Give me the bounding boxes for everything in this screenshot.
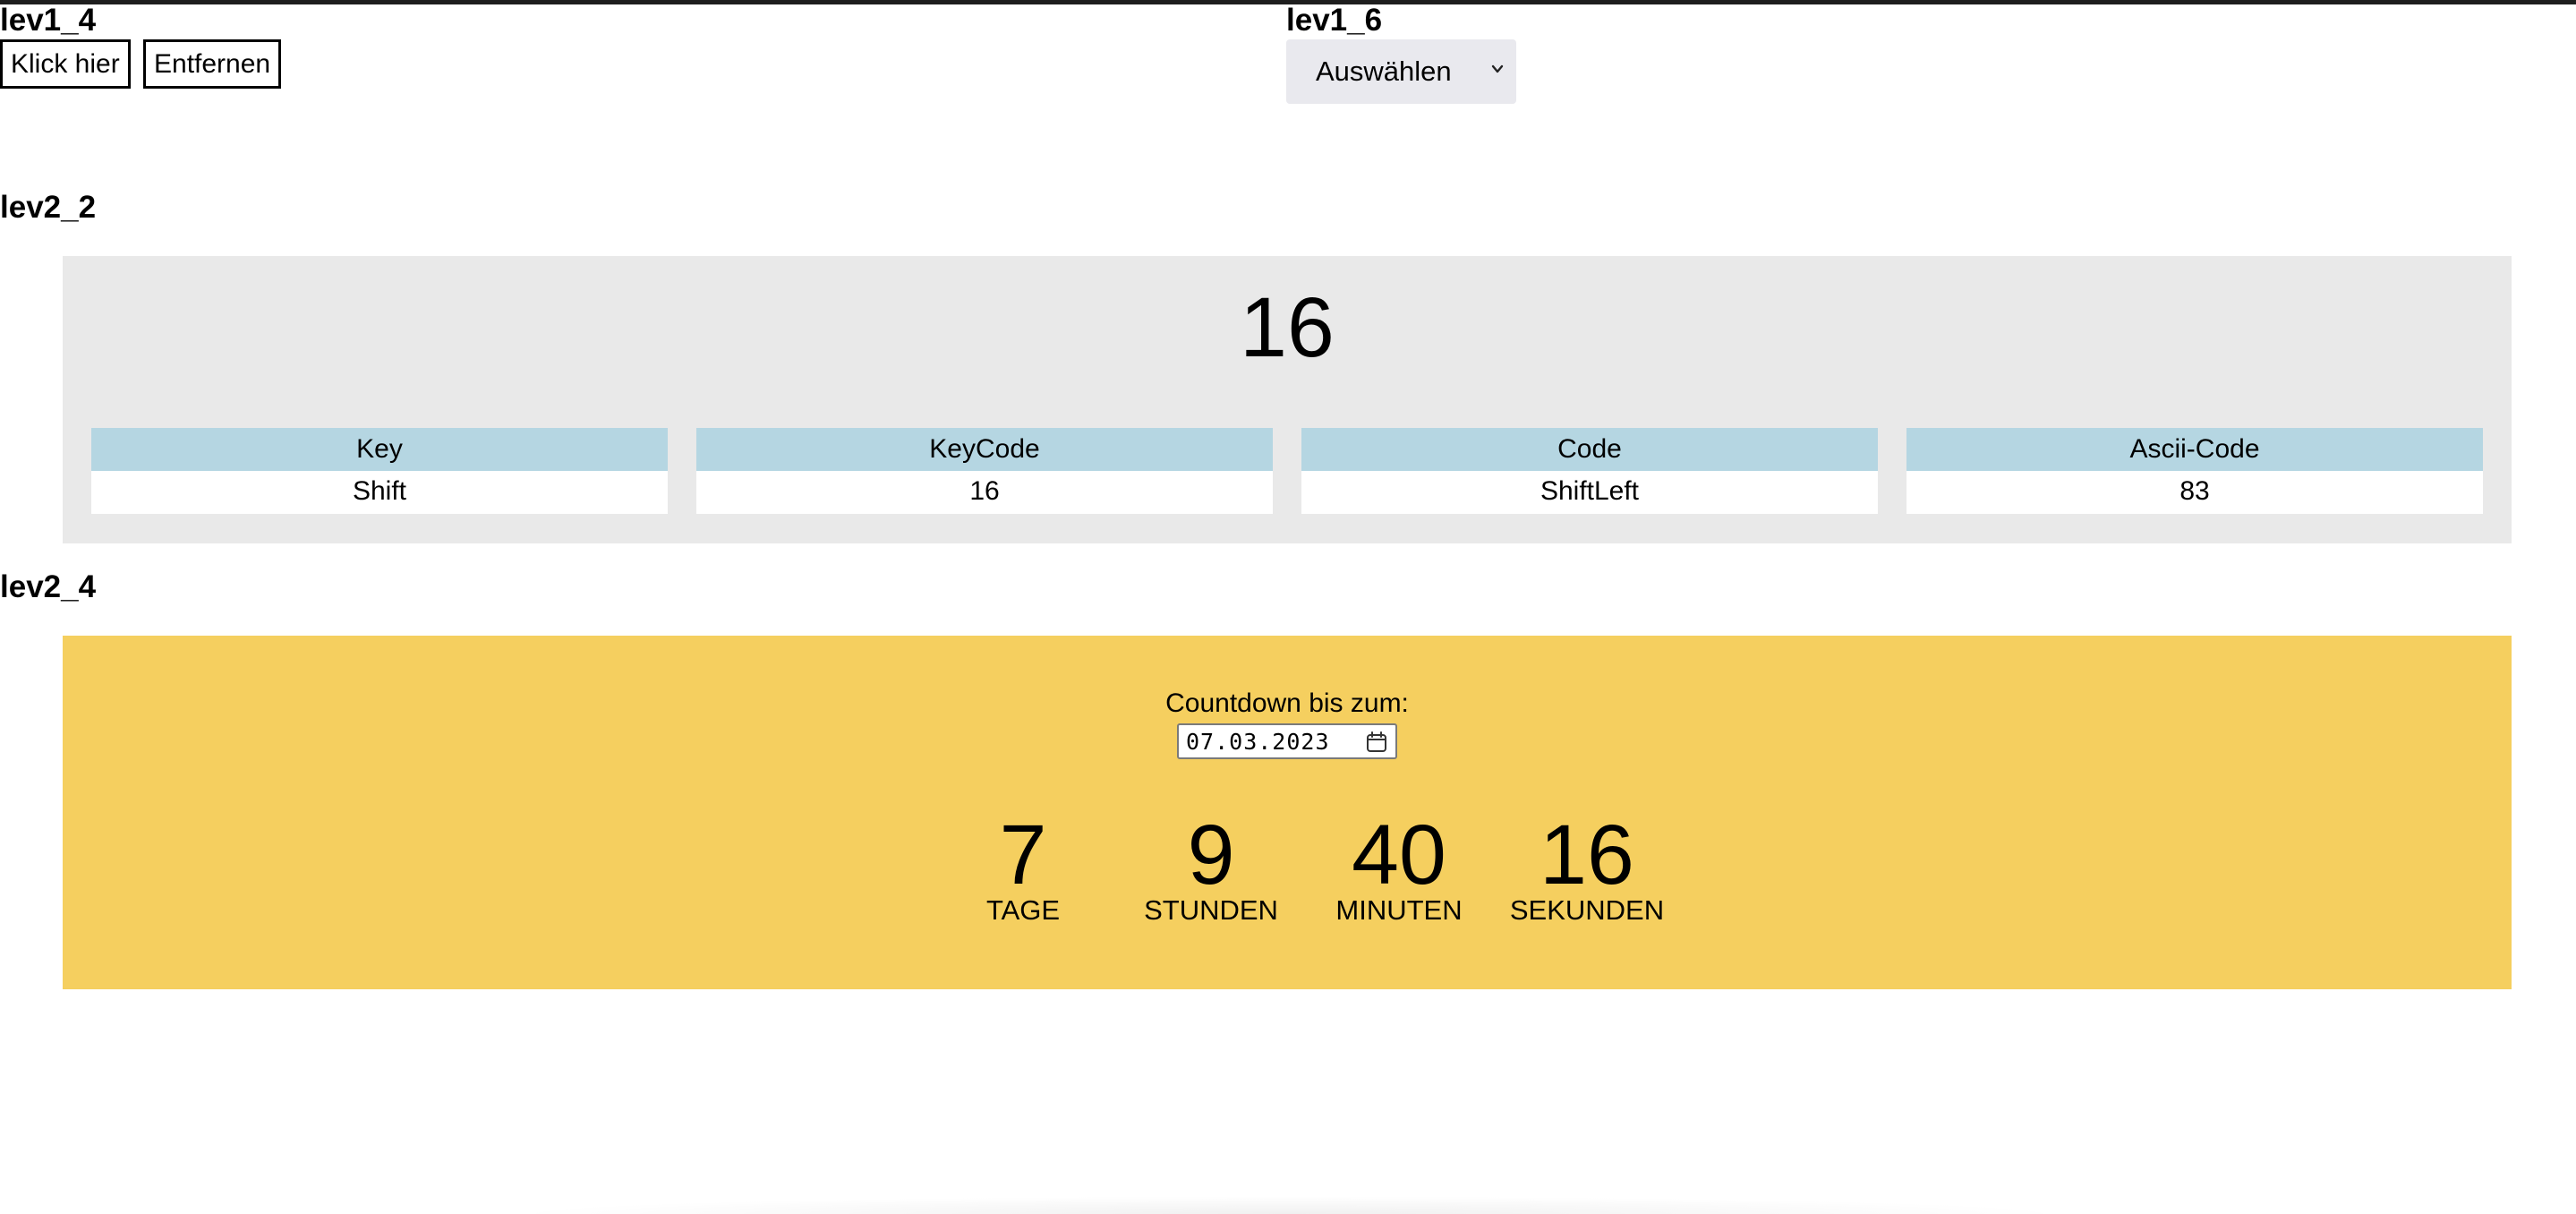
section-heading-lev2-4: lev2_4 <box>0 569 97 604</box>
days-label: TAGE <box>985 894 1061 926</box>
ascii-code-cell: Ascii-Code 83 <box>1906 428 2483 514</box>
key-cell: Key Shift <box>91 428 668 514</box>
minutes-value: 40 <box>1352 808 1446 902</box>
countdown-label: Countdown bis zum: <box>1165 688 1409 718</box>
keycode-panel: 16 Key Shift KeyCode 16 Code ShiftLeft A… <box>63 256 2512 543</box>
keycode-display: 16 <box>1240 280 1335 375</box>
key-cell-value: Shift <box>91 471 668 514</box>
date-value: 07.03.2023 <box>1186 729 1330 755</box>
select-value: Auswählen <box>1316 56 1452 87</box>
chevron-down-icon <box>1491 64 1504 73</box>
hours-value: 9 <box>1187 808 1235 902</box>
code-cell-header: Code <box>1301 428 1878 471</box>
section-heading-lev1-4: lev1_4 <box>0 3 97 38</box>
keycode-cell: KeyCode 16 <box>696 428 1273 514</box>
countdown-seconds: 16 SEKUNDEN <box>1506 810 1668 928</box>
section-heading-lev1-6: lev1_6 <box>1286 3 1383 38</box>
seconds-value: 16 <box>1540 808 1634 902</box>
code-cell: Code ShiftLeft <box>1301 428 1878 514</box>
click-here-button[interactable]: Klick hier <box>0 39 131 89</box>
days-value: 7 <box>999 808 1047 902</box>
ascii-code-cell-header: Ascii-Code <box>1906 428 2483 471</box>
countdown-days: 7 TAGE <box>943 810 1104 928</box>
select-dropdown[interactable]: Auswählen <box>1286 39 1516 104</box>
keycode-cell-header: KeyCode <box>696 428 1273 471</box>
hours-label: STUNDEN <box>1144 894 1278 926</box>
calendar-icon[interactable] <box>1365 731 1388 754</box>
bottom-shadow <box>501 1196 2077 1214</box>
countdown-minutes: 40 MINUTEN <box>1318 810 1480 928</box>
keycode-cell-value: 16 <box>696 471 1273 514</box>
minutes-label: MINUTEN <box>1335 894 1463 926</box>
remove-button[interactable]: Entfernen <box>143 39 282 89</box>
seconds-label: SEKUNDEN <box>1509 894 1665 926</box>
countdown-panel: Countdown bis zum: 07.03.2023 7 TAGE 9 S… <box>63 636 2512 989</box>
section-heading-lev2-2: lev2_2 <box>0 190 97 225</box>
countdown-date-input[interactable]: 07.03.2023 <box>1177 723 1397 759</box>
key-cell-header: Key <box>91 428 668 471</box>
countdown-hours: 9 STUNDEN <box>1130 810 1292 928</box>
code-cell-value: ShiftLeft <box>1301 471 1878 514</box>
ascii-code-cell-value: 83 <box>1906 471 2483 514</box>
